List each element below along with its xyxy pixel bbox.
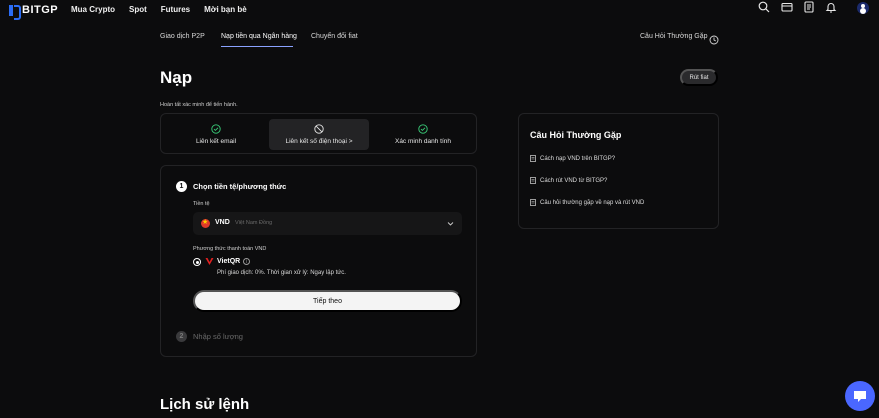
step-1-title: Chọn tiền tệ/phương thức [193, 182, 287, 191]
faq-item-label: Cách rút VND từ BITGP? [540, 177, 608, 184]
check-icon [418, 124, 428, 134]
verify-step-identity[interactable]: Xác minh danh tính [373, 119, 473, 150]
verify-step-phone[interactable]: Liên kết số điện thoại > [269, 119, 369, 150]
vietqr-radio[interactable] [193, 258, 201, 266]
chat-icon [854, 391, 866, 402]
next-button[interactable]: Tiếp theo [193, 290, 462, 312]
step-1-badge: 1 [176, 181, 187, 192]
faq-item-label: Cách nạp VND trên BITGP? [540, 155, 616, 162]
menu-item-buy-crypto[interactable]: Mua Crypto [71, 5, 115, 14]
chat-support-button[interactable] [845, 381, 875, 411]
logo[interactable]: BITGP [9, 4, 59, 20]
menu-item-invite-friends[interactable]: Mời bạn bè [204, 5, 247, 14]
info-icon[interactable]: i [243, 258, 250, 265]
verify-step-label: Liên kết số điện thoại > [285, 138, 353, 145]
tab-bank-deposit[interactable]: Nạp tiền qua Ngân hàng [221, 33, 297, 40]
page-title: Nạp [160, 68, 193, 87]
tab-p2p[interactable]: Giao dịch P2P [160, 33, 205, 40]
check-icon [211, 124, 221, 134]
order-history-title: Lịch sử lệnh [160, 396, 250, 413]
currency-select[interactable]: VND Việt Nam Đồng [193, 212, 462, 235]
logo-text: BITGP [22, 4, 59, 16]
top-nav: BITGP Mua Crypto Spot Futures Mời bạn bè [0, 0, 879, 20]
document-icon [530, 155, 536, 162]
withdraw-fiat-button[interactable]: Rút fiat [680, 69, 718, 86]
faq-link[interactable]: Câu Hỏi Thường Gặp [640, 33, 708, 40]
step-2-badge: 2 [176, 331, 187, 342]
verify-note: Hoàn tất xác minh để tiến hành. [160, 102, 238, 108]
document-icon [530, 199, 536, 206]
menu-item-futures[interactable]: Futures [161, 5, 190, 14]
bell-icon[interactable] [825, 0, 837, 13]
verify-step-label: Liên kết email [195, 138, 237, 145]
chevron-down-icon [447, 222, 454, 226]
vietqr-description: Phí giao dịch: 0%. Thời gian xử lý: Ngay… [217, 270, 346, 276]
menu-item-spot[interactable]: Spot [129, 5, 147, 14]
blocked-icon [314, 124, 324, 134]
faq-item[interactable]: Cách rút VND từ BITGP? [530, 177, 607, 184]
currency-label: Tiền tệ [193, 201, 210, 207]
vietqr-name: VietQR [217, 258, 241, 265]
main-menu: Mua Crypto Spot Futures Mời bạn bè [71, 5, 247, 14]
tab-fiat-convert[interactable]: Chuyển đổi fiat [311, 33, 358, 40]
wallet-icon[interactable] [781, 0, 793, 12]
avatar[interactable] [857, 2, 869, 14]
search-icon[interactable] [758, 0, 770, 13]
currency-code: VND [215, 219, 230, 226]
payment-method-label: Phương thức thanh toán VND [193, 246, 267, 252]
logo-icon [9, 4, 21, 20]
history-clock-icon[interactable] [709, 32, 719, 45]
verify-step-email[interactable]: Liên kết email [166, 119, 266, 150]
currency-name: Việt Nam Đồng [235, 220, 273, 226]
document-icon [530, 177, 536, 184]
faq-item[interactable]: Cách nạp VND trên BITGP? [530, 155, 615, 162]
vietqr-icon [205, 258, 214, 265]
verify-step-label: Xác minh danh tính [394, 138, 451, 145]
active-tab-indicator [221, 46, 293, 47]
faq-title: Câu Hỏi Thường Gặp [530, 130, 622, 140]
verification-card: Liên kết email Liên kết số điện thoại > … [160, 113, 477, 154]
vietnam-flag-icon [201, 218, 210, 228]
faq-item[interactable]: Câu hỏi thường gặp về nạp và rút VND [530, 199, 644, 206]
step-2-title: Nhập số lượng [193, 332, 243, 341]
orders-icon[interactable] [803, 0, 815, 13]
faq-item-label: Câu hỏi thường gặp về nạp và rút VND [540, 199, 645, 206]
